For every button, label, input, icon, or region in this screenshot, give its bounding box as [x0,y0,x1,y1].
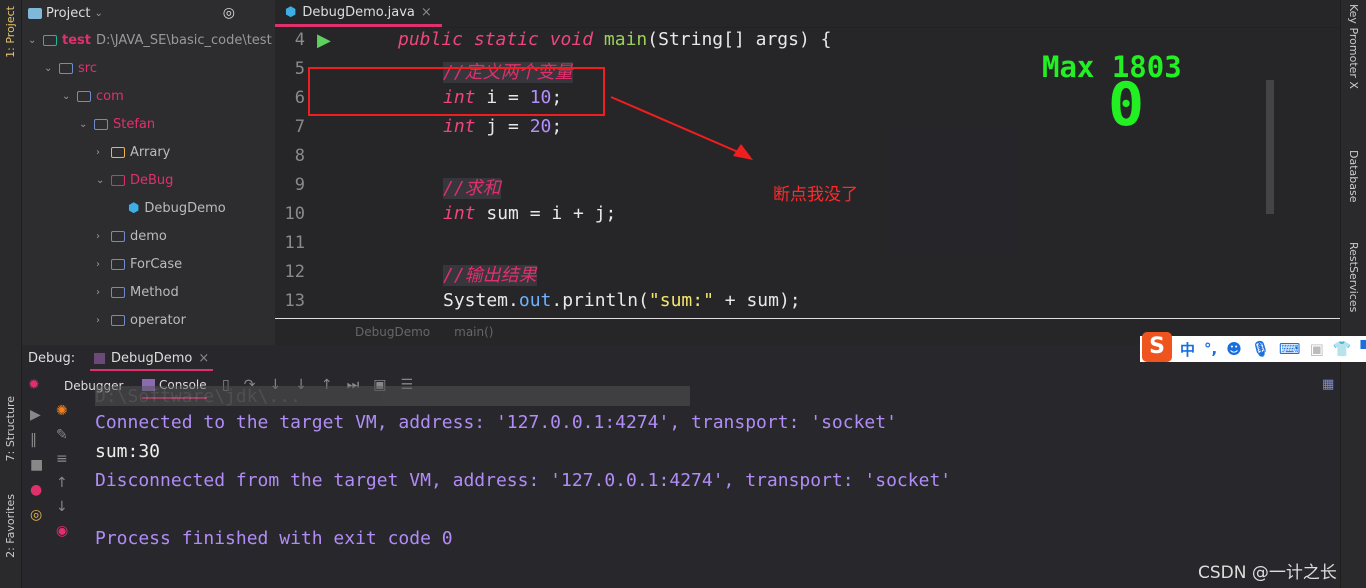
debug-side-toolbar: ▶ ‖ ■ ● ◎ [30,407,43,523]
console-side-toolbar: ✺ ✎ ≡ ↑ ↓ ◉ [56,403,68,539]
tree-item-file[interactable]: ⬢ DebugDemo [128,194,226,222]
skin-icon[interactable]: 👕 [1333,340,1352,358]
close-icon: × [198,350,210,366]
mic-icon[interactable]: 🎙 [1251,340,1270,358]
user-icon[interactable]: ▣ [1310,340,1324,358]
scrollbar[interactable] [1266,80,1274,214]
highlight-box [308,67,605,116]
close-icon[interactable]: × [421,5,432,20]
threads-icon[interactable]: ✺ [56,403,68,419]
edit-icon[interactable]: ✎ [56,427,68,443]
right-tool-stripe: Key Promoter X Database RestServices [1340,0,1366,588]
annotation-text: 断点我没了 [773,185,858,205]
console-line: Process finished with exit code 0 [95,528,453,549]
line-number: 5 [294,59,305,79]
line-number: 13 [284,291,305,311]
annotation-arrow [610,96,753,160]
line-number: 10 [284,204,305,224]
project-tool-button[interactable]: 1: Project [4,6,17,58]
line-number: 7 [294,117,305,137]
breakpoints-icon[interactable]: ● [30,482,43,498]
console-line: Connected to the target VM, address: '12… [95,412,897,433]
tree-item[interactable]: › Method [96,278,179,306]
tab-debugdemo[interactable]: ⬢ DebugDemo.java × [275,0,442,27]
tree-item[interactable]: › operator [96,306,186,334]
layout-icon[interactable]: ▦ [1322,377,1334,392]
ime-punct[interactable]: °, [1204,340,1217,358]
run-icon[interactable]: ▶ [317,30,331,51]
sogou-logo-icon[interactable]: S [1142,332,1172,362]
restservices-tool-button[interactable]: RestServices [1347,242,1360,312]
console-line: D:\Software\jdk\... [95,386,690,406]
code-editor[interactable]: ⬢ DebugDemo.java × ▶ public static void ma… [275,0,1340,345]
database-tool-button[interactable]: Database [1347,150,1360,203]
line-number: 9 [294,175,305,195]
line-number: 4 [294,30,305,50]
pause-icon[interactable]: ‖ [30,432,43,448]
tree-item[interactable]: › ForCase [96,250,182,278]
debug-panel: Debug: DebugDemo × ✹ Debugger Console ▯ ↷ ↓… [22,345,1350,588]
tree-item[interactable]: ⌄ com [62,82,124,110]
chevron-down-icon[interactable]: ⌄ [94,8,104,19]
sort-icon[interactable]: ≡ [56,451,68,467]
up-icon[interactable]: ↑ [56,475,68,491]
line-number: 12 [284,262,305,282]
stop-icon[interactable]: ■ [30,457,43,473]
line-number: 8 [294,146,305,166]
ime-toolbar: S 中 °, ☻ 🎙 ⌨ ▣ 👕 ▚ [1140,332,1366,362]
key-promoter-tool-button[interactable]: Key Promoter X [1347,4,1360,89]
mute-breakpoints-icon[interactable]: ◎ [30,507,43,523]
tree-item[interactable]: › demo [96,222,167,250]
console-line: sum:30 [95,441,161,462]
tab-debugdemo-session[interactable]: DebugDemo × [90,347,214,371]
emoji-icon[interactable]: ☻ [1226,340,1242,358]
line-number: 11 [284,233,305,253]
apps-icon[interactable]: ▚ [1360,340,1366,358]
tree-item[interactable]: ⌄ Stefan [79,110,155,138]
ime-lang[interactable]: 中 [1180,339,1195,360]
overlay-score: 0 [1108,70,1145,140]
resume-icon[interactable]: ▶ [30,407,43,423]
bug-icon: ✹ [28,377,40,393]
project-title[interactable]: Project [46,6,90,21]
tree-item[interactable]: ⌄ src [44,54,97,82]
project-icon [28,7,42,19]
down-icon[interactable]: ↓ [56,499,68,515]
java-class-icon: ⬢ [128,200,140,216]
favorites-tool-button[interactable]: 2: Favorites [4,494,17,558]
tree-item[interactable]: ⌄ DeBug [96,166,173,194]
target-icon[interactable]: ◎ [223,5,235,21]
keyboard-icon[interactable]: ⌨ [1279,340,1301,358]
line-number: 6 [294,88,305,108]
structure-tool-button[interactable]: 7: Structure [4,396,17,461]
java-class-icon: ⬢ [285,4,297,20]
tree-item[interactable]: › Arrary [96,138,170,166]
settings-icon[interactable]: ◉ [56,523,68,539]
debug-label: Debug: [28,351,76,366]
left-tool-stripe: 1: Project 7: Structure 2: Favorites [0,0,22,588]
watermark: CSDN @一计之长 [1198,563,1337,583]
tree-item-root[interactable]: ⌄ test D:\JAVA_SE\basic_code\test [28,26,272,54]
project-panel: Project ⌄ ◎ ⌄ test D:\JAVA_SE\basic_code\te… [22,0,275,345]
console-line: Disconnected from the target VM, address… [95,470,952,491]
